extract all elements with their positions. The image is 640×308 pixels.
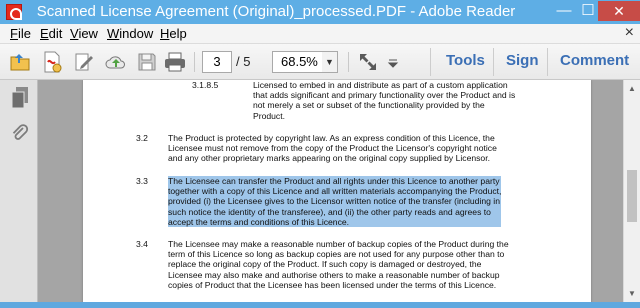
clause-text: The Licensee may make a reasonable numbe… [168,239,509,290]
document-close-icon[interactable]: × [625,24,634,42]
comment-button[interactable]: Comment [560,52,629,69]
title-bar: Scanned License Agreement (Original)_pro… [0,0,640,24]
navigation-pane [0,80,38,302]
scroll-thumb[interactable] [627,170,637,222]
clause-text: The Product is protected by copyright la… [168,133,497,164]
toolbar-dropdown-icon[interactable] [386,50,400,74]
menu-help[interactable]: Help [160,26,187,41]
document-view[interactable]: 3.1.8.5 Licensed to embed in and distrib… [38,80,623,302]
zoom-dropdown-icon[interactable]: ▼ [322,51,338,73]
clause-number: 3.3 [136,176,148,186]
page-number-input[interactable]: 3 [202,51,232,73]
toolbar: 3 / 5 68.5% ▼ Tools Sign Comment [0,44,640,80]
window-title: Scanned License Agreement (Original)_pro… [36,3,516,20]
menu-file[interactable]: File [10,26,31,41]
maximize-button[interactable]: ☐ [576,1,600,21]
minimize-button[interactable]: — [552,1,576,21]
scroll-down-icon[interactable]: ▼ [624,285,640,302]
highlighted-clause-text[interactable]: The Licensee can transfer the Product an… [168,176,502,228]
menu-window[interactable]: Window [107,26,153,41]
clause-text: Licensed to embed in and distribute as p… [253,80,516,121]
print-icon[interactable] [163,50,187,74]
create-pdf-icon[interactable] [40,50,64,74]
edit-icon[interactable] [72,50,96,74]
toolbar-separator [348,52,349,72]
page-total-label: / 5 [236,54,251,69]
close-button[interactable]: ✕ [598,1,640,21]
menu-view[interactable]: View [70,26,98,41]
pdf-page: 3.1.8.5 Licensed to embed in and distrib… [83,80,591,302]
save-icon[interactable] [135,50,159,74]
attachments-icon[interactable] [11,124,29,146]
vertical-scrollbar[interactable]: ▲ ▼ [623,80,640,302]
menu-bar: File Edit View Window Help × [0,24,640,44]
cloud-upload-icon[interactable] [104,50,128,74]
zoom-input[interactable]: 68.5% [272,51,324,73]
tools-button[interactable]: Tools [446,52,485,69]
toolbar-separator [194,52,195,72]
toolbar-divider [430,48,431,76]
fit-expand-icon[interactable] [356,50,380,74]
clause-number: 3.4 [136,239,148,249]
open-icon[interactable] [8,50,32,74]
toolbar-divider [493,48,494,76]
sign-button[interactable]: Sign [506,52,539,69]
window-bottom-border [0,302,640,308]
menu-edit[interactable]: Edit [40,26,62,41]
toolbar-divider [547,48,548,76]
clause-number: 3.1.8.5 [192,80,219,90]
scroll-up-icon[interactable]: ▲ [624,80,640,97]
clause-number: 3.2 [136,133,148,143]
page-thumbnails-icon[interactable] [10,86,30,110]
